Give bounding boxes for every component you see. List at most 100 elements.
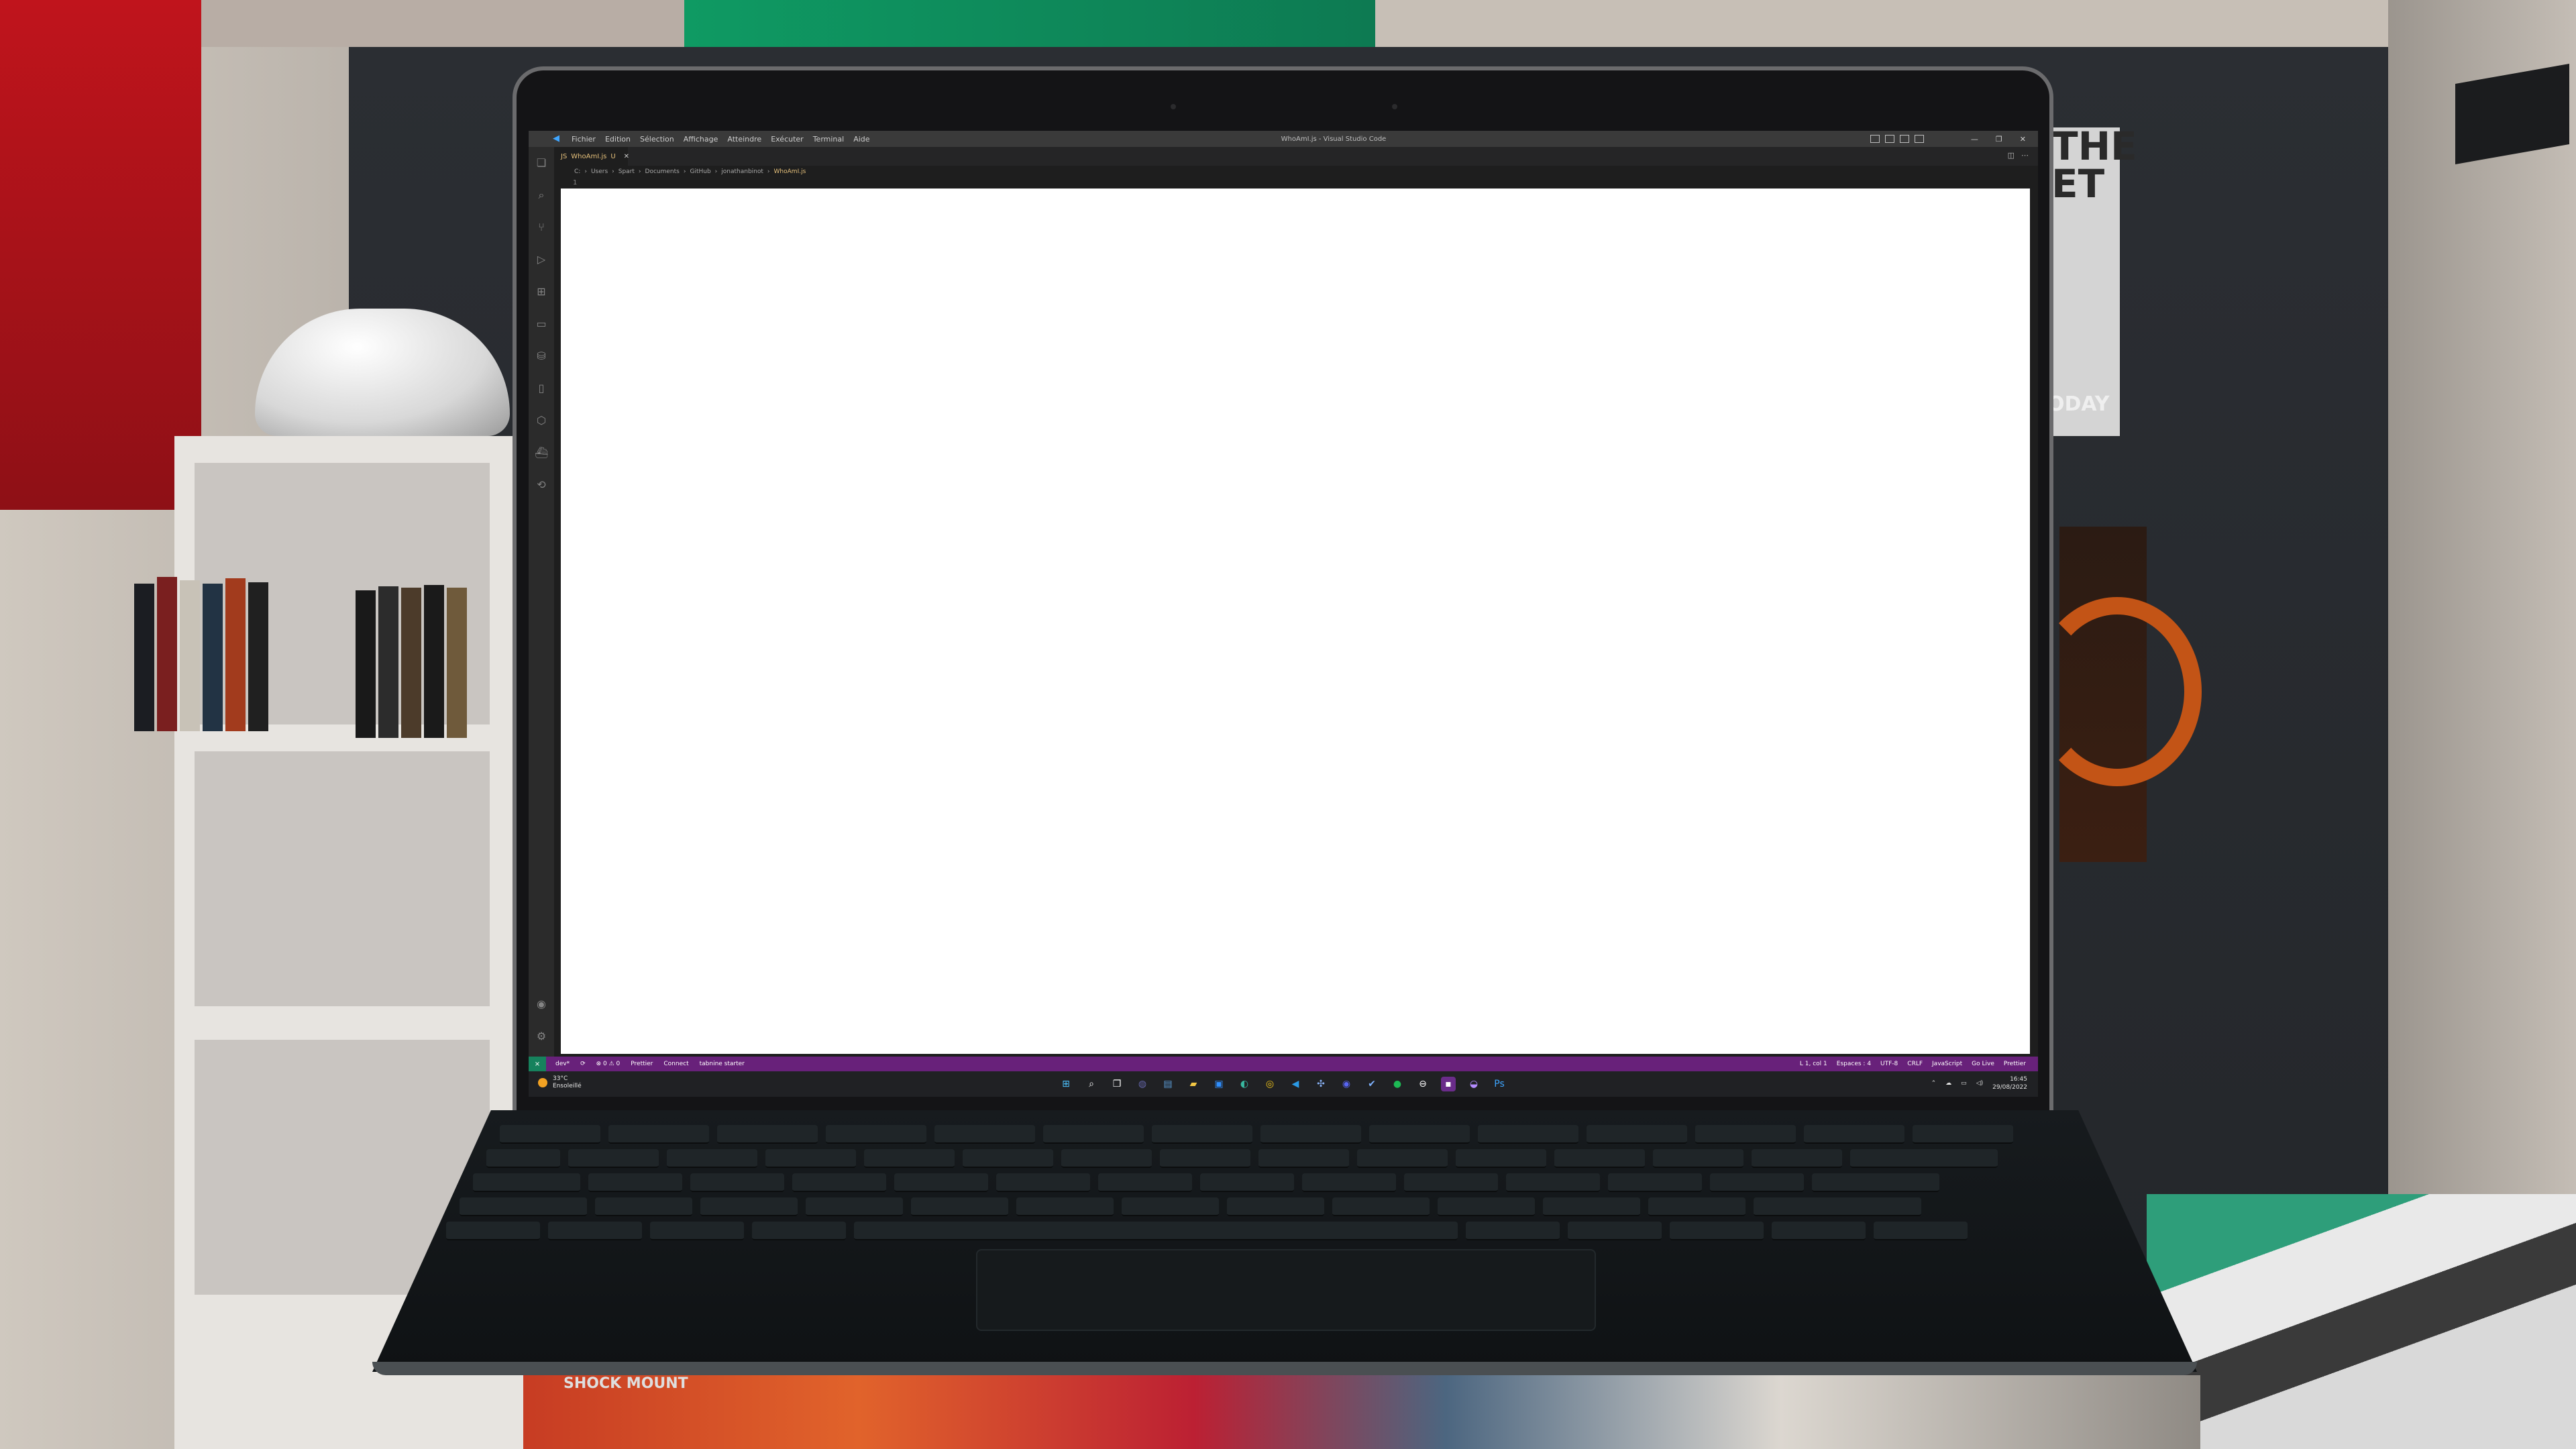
widgets-icon[interactable]: ▤: [1161, 1077, 1175, 1091]
status-branch[interactable]: dev*: [555, 1061, 570, 1067]
vscode-icon[interactable]: ◀: [1288, 1077, 1303, 1091]
docker-icon[interactable]: ⛴: [535, 446, 548, 460]
tray-volume-icon[interactable]: ◁): [1976, 1080, 1983, 1087]
clock-date: 29/08/2022: [1992, 1084, 2027, 1091]
menu-affichage[interactable]: Affichage: [684, 135, 718, 144]
gitlens-icon[interactable]: ⟲: [535, 478, 548, 492]
toggle-primary-sidebar-icon[interactable]: [1870, 135, 1880, 143]
start-icon[interactable]: ⊞: [1059, 1077, 1073, 1091]
status-tabnine[interactable]: tabnine starter: [700, 1061, 745, 1067]
key-row: [486, 1149, 1998, 1168]
chrome-icon[interactable]: ◎: [1263, 1077, 1277, 1091]
mobile-icon[interactable]: ▯: [535, 382, 548, 395]
tray-chevron-icon[interactable]: ⌃: [1931, 1080, 1937, 1087]
status-eol[interactable]: CRLF: [1907, 1061, 1923, 1067]
source-control-icon[interactable]: ⑂: [535, 221, 548, 234]
customize-layout-icon[interactable]: [1915, 135, 1924, 143]
minimize-button[interactable]: —: [1971, 135, 1978, 144]
line-number: 1: [573, 179, 578, 186]
breadcrumb-item[interactable]: jonathanbinot: [721, 168, 763, 175]
window-title: WhoAmI.js - Visual Studio Code: [1281, 135, 1387, 143]
windows-taskbar: 33°C Ensoleillé ⊞ ⌕ ❐ ◍ ▤ ▰ ▣ ◐ ◎ ◀ ✣ ◉ …: [529, 1071, 2038, 1097]
files-icon[interactable]: ❏: [535, 156, 548, 170]
breadcrumb-item[interactable]: Spart: [619, 168, 635, 175]
remote-explorer-icon[interactable]: ▭: [535, 317, 548, 331]
menu-fichier[interactable]: Fichier: [572, 135, 596, 144]
spotify-icon[interactable]: ●: [1390, 1077, 1405, 1091]
remote-indicator[interactable]: ⨯: [529, 1057, 546, 1071]
vscode-logo-icon: ◀: [553, 133, 559, 144]
weather-description: Ensoleillé: [553, 1083, 582, 1089]
terminal-icon[interactable]: ▪: [1441, 1077, 1456, 1091]
app-icon[interactable]: ⊖: [1415, 1077, 1430, 1091]
breadcrumb-item[interactable]: Users: [591, 168, 608, 175]
search-icon[interactable]: ⌕: [535, 189, 548, 202]
red-flag: [0, 0, 201, 510]
extensions-icon[interactable]: ⊞: [535, 285, 548, 299]
keyboard-edge: [372, 1362, 2197, 1375]
settings-gear-icon[interactable]: ⚙: [535, 1030, 548, 1043]
file-explorer-icon[interactable]: ▰: [1186, 1077, 1201, 1091]
photoshop-icon[interactable]: Ps: [1492, 1077, 1507, 1091]
toggle-panel-icon[interactable]: [1885, 135, 1894, 143]
account-icon[interactable]: ◉: [535, 998, 548, 1011]
edge-icon[interactable]: ◐: [1237, 1077, 1252, 1091]
breadcrumb-item[interactable]: GitHub: [690, 168, 710, 175]
shelf-cell: [195, 751, 490, 1006]
tray-network-icon[interactable]: ▭: [1961, 1080, 1967, 1087]
task-view-icon[interactable]: ❐: [1110, 1077, 1124, 1091]
menu-aide[interactable]: Aide: [853, 135, 869, 144]
status-problems[interactable]: ⊗ 0 ⚠ 0: [596, 1061, 621, 1067]
breadcrumb: C: › Users › Spart › Documents › GitHub › jon…: [554, 166, 2038, 178]
breadcrumb-file[interactable]: WhoAmI.js: [774, 168, 806, 175]
shock-mount-label: SHOCK MOUNT: [564, 1375, 688, 1392]
blank-editor-overlay[interactable]: [561, 189, 2030, 1054]
status-encoding[interactable]: UTF-8: [1880, 1061, 1898, 1067]
github-desktop-icon[interactable]: ◒: [1466, 1077, 1481, 1091]
breadcrumb-item[interactable]: C:: [574, 168, 580, 175]
status-sync[interactable]: ⟳: [580, 1061, 586, 1067]
status-language[interactable]: JavaScript: [1932, 1061, 1962, 1067]
camera: [1171, 104, 1176, 109]
maximize-button[interactable]: ❐: [1996, 135, 2002, 144]
database-icon[interactable]: ⛁: [535, 350, 548, 363]
slack-icon[interactable]: ✣: [1313, 1077, 1328, 1091]
menu-executer[interactable]: Exécuter: [771, 135, 804, 144]
system-tray: ⌃ ☁ ▭ ◁) 16:45 29/08/2022: [1931, 1075, 2027, 1091]
menu-selection[interactable]: Sélection: [640, 135, 674, 144]
run-debug-icon[interactable]: ▷: [535, 253, 548, 266]
more-actions-icon[interactable]: ⋯: [2021, 151, 2029, 160]
kubernetes-icon[interactable]: ⬡: [535, 414, 548, 427]
status-indentation[interactable]: Espaces : 4: [1837, 1061, 1871, 1067]
discord-icon[interactable]: ◉: [1339, 1077, 1354, 1091]
tab-close-icon[interactable]: ✕: [624, 153, 629, 160]
todo-icon[interactable]: ✔: [1364, 1077, 1379, 1091]
poster-symbol: [2033, 597, 2202, 786]
status-go-live[interactable]: Go Live: [1972, 1061, 1994, 1067]
weather-widget[interactable]: 33°C Ensoleillé: [538, 1075, 582, 1090]
toggle-secondary-sidebar-icon[interactable]: [1900, 135, 1909, 143]
layout-controls: [1870, 135, 1924, 143]
status-bar: ⨯ dev* ⟳ ⊗ 0 ⚠ 0 Prettier Connect tabnin…: [529, 1057, 2038, 1071]
status-connect[interactable]: Connect: [663, 1061, 688, 1067]
tab-whoami[interactable]: JS WhoAmI.js U ✕: [554, 147, 629, 166]
teams-icon[interactable]: ◍: [1135, 1077, 1150, 1091]
javascript-file-icon: JS: [561, 152, 568, 160]
menu-terminal[interactable]: Terminal: [813, 135, 845, 144]
clock-time: 16:45: [2010, 1076, 2027, 1083]
laptop-screen: ◀ Fichier Edition Sélection Affichage At…: [529, 131, 2038, 1097]
menu-edition[interactable]: Edition: [605, 135, 631, 144]
status-prettier[interactable]: Prettier: [631, 1061, 653, 1067]
search-icon[interactable]: ⌕: [1084, 1077, 1099, 1091]
status-cursor-position[interactable]: L 1, col 1: [1800, 1061, 1827, 1067]
status-prettier-right[interactable]: Prettier: [2004, 1061, 2026, 1067]
sensor: [1392, 104, 1397, 109]
store-icon[interactable]: ▣: [1212, 1077, 1226, 1091]
clock[interactable]: 16:45 29/08/2022: [1992, 1075, 2027, 1091]
tab-label: WhoAmI.js: [571, 152, 607, 160]
split-editor-icon[interactable]: ◫: [2008, 151, 2015, 160]
close-button[interactable]: ✕: [2020, 135, 2026, 144]
tray-cloud-icon[interactable]: ☁: [1945, 1080, 1951, 1087]
menu-atteindre[interactable]: Atteindre: [727, 135, 761, 144]
breadcrumb-item[interactable]: Documents: [645, 168, 680, 175]
